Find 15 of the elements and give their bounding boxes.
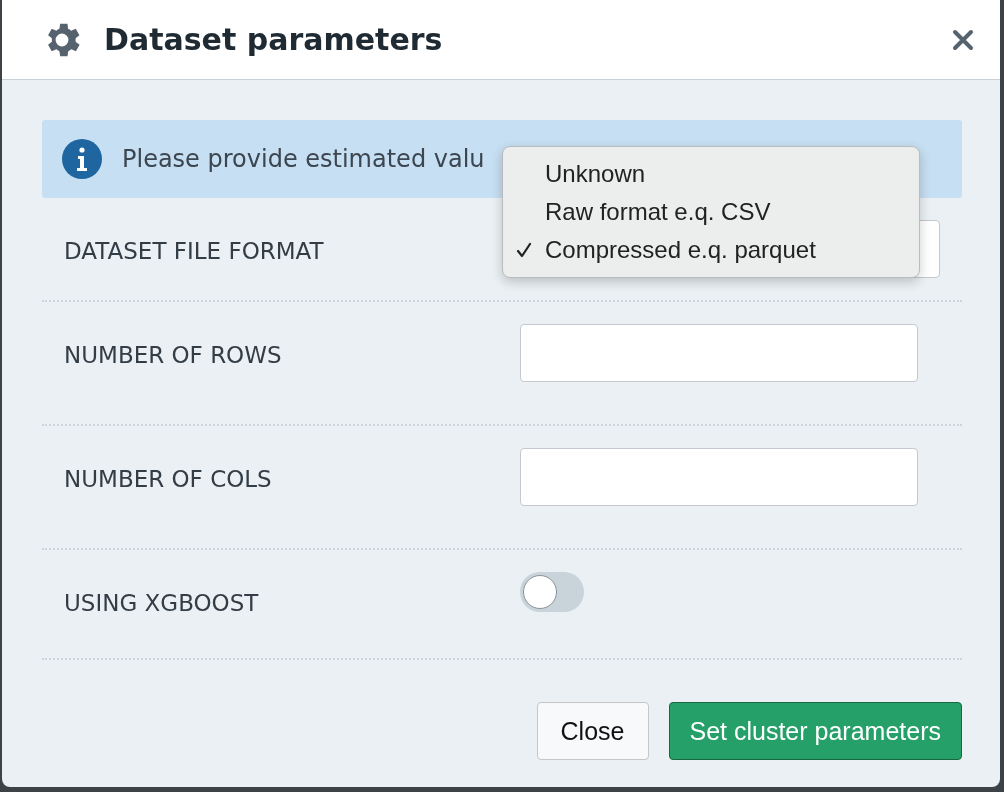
toggle-switch[interactable] [520, 572, 584, 612]
field-label: USING XGBOOST [63, 589, 260, 616]
close-icon[interactable] [952, 28, 974, 51]
menu-option[interactable]: Raw format e.q. CSV [503, 193, 919, 231]
menu-option[interactable]: Compressed e.q. parquet [503, 231, 919, 269]
input-field[interactable] [520, 324, 918, 382]
dialog-title: Dataset parameters [104, 22, 444, 57]
info-icon [62, 139, 102, 179]
alert-text: Please provide estimated valu [122, 145, 485, 173]
menu-option[interactable]: Unknown [503, 155, 919, 193]
field-label: NUMBER OF ROWS [63, 341, 283, 370]
close-button[interactable]: Close [536, 702, 649, 760]
input-field[interactable] [520, 448, 918, 506]
field-label: DATASET FILE FORMAT [63, 237, 325, 266]
field-label: NUMBER OF COLS [63, 465, 273, 494]
